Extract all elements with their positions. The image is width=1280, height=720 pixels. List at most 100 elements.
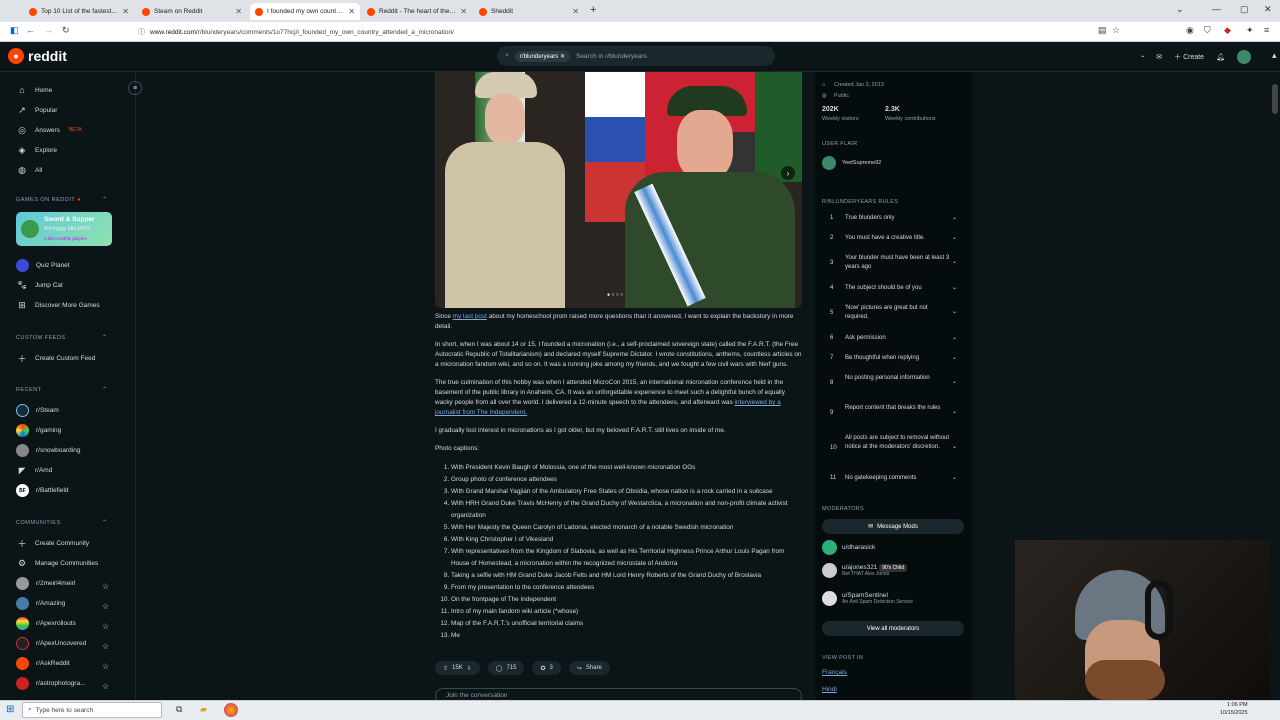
- favorite-star-icon[interactable]: ☆: [102, 642, 109, 651]
- rule-item[interactable]: 4 The subject should be of you ⌄: [830, 284, 960, 293]
- rule-item[interactable]: 5 'Now' pictures are great but not requir…: [830, 304, 960, 322]
- scroll-up-icon[interactable]: ▴: [1272, 50, 1277, 61]
- chevron-up-icon[interactable]: ⌃: [102, 386, 107, 393]
- new-tab-icon[interactable]: +: [590, 4, 596, 16]
- favorite-star-icon[interactable]: ☆: [102, 662, 109, 671]
- user-avatar[interactable]: [1236, 50, 1251, 64]
- extension-icon[interactable]: ◉: [1186, 25, 1194, 36]
- rule-item[interactable]: 10 All posts are subject to removal witho…: [830, 434, 960, 453]
- sidebar-item-quiz-planet[interactable]: Quiz Planet: [16, 259, 70, 272]
- advertise-icon[interactable]: ◔: [1140, 54, 1144, 61]
- user-flair[interactable]: YeetSupreme92: [842, 160, 881, 166]
- chevron-up-icon[interactable]: ⌃: [102, 196, 107, 203]
- next-image-icon[interactable]: ›: [781, 166, 795, 180]
- search-bar[interactable]: ⌕ r/blunderyears ✕ Search in r/blunderye…: [497, 46, 775, 66]
- rule-item[interactable]: 6 Ask permission ⌄: [830, 334, 960, 343]
- taskbar-clock[interactable]: 1:06 PM 10/15/2025: [1220, 701, 1248, 717]
- back-icon[interactable]: ←: [26, 25, 35, 35]
- sidebar-item-answers[interactable]: ◎ Answers BETA: [16, 124, 82, 136]
- close-tab-icon[interactable]: ✕: [572, 7, 579, 16]
- close-tab-icon[interactable]: ✕: [235, 7, 242, 16]
- sidebar-toggle-icon[interactable]: ◧: [10, 25, 19, 36]
- recent-title[interactable]: RECENT: [16, 387, 42, 393]
- close-tab-icon[interactable]: ✕: [348, 7, 355, 16]
- shield-icon[interactable]: ⛉: [1204, 25, 1211, 36]
- close-window-icon[interactable]: ✕: [1264, 4, 1272, 15]
- vote-control[interactable]: ⇧ 15K ⇩: [435, 661, 480, 675]
- favorite-star-icon[interactable]: ☆: [102, 682, 109, 691]
- reader-view-icon[interactable]: ▤: [1098, 25, 1107, 36]
- sidebar-item-discover-games[interactable]: ⊞ Discover More Games: [16, 299, 99, 311]
- language-link[interactable]: Français: [822, 669, 847, 676]
- post-image-gallery[interactable]: › ● ○ ○ ○: [435, 72, 802, 308]
- custom-feeds-title[interactable]: CUSTOM FEEDS: [16, 335, 66, 341]
- sidebar-item-community[interactable]: r/AskReddit: [16, 657, 70, 670]
- sidebar-item-community[interactable]: r/Apexrollouts: [16, 617, 76, 630]
- firefox-icon[interactable]: [224, 703, 238, 717]
- message-mods-button[interactable]: ✉ Message Mods: [822, 519, 964, 534]
- notifications-icon[interactable]: 🔔︎: [1216, 53, 1225, 61]
- rule-item[interactable]: 11 No gatekeeping comments ⌄: [830, 474, 960, 483]
- reddit-logo[interactable]: ● reddit: [8, 48, 67, 64]
- bookmark-star-icon[interactable]: ☆: [1112, 25, 1120, 36]
- task-view-icon[interactable]: ⧉: [176, 704, 182, 715]
- sidebar-item-community[interactable]: r/astrophotogra...: [16, 677, 86, 690]
- game-card[interactable]: Sword & Supper A Froggy Idle RPG 1.2M mo…: [16, 212, 112, 246]
- chevron-up-icon[interactable]: ⌃: [102, 334, 107, 341]
- file-explorer-icon[interactable]: ▰: [200, 704, 207, 715]
- site-info-icon[interactable]: ⓘ: [138, 27, 145, 37]
- downvote-icon[interactable]: ⇩: [467, 665, 472, 672]
- create-community-button[interactable]: ＋ Create Community: [16, 537, 89, 549]
- award-button[interactable]: ✪ 3: [532, 661, 561, 675]
- search-community-chip[interactable]: r/blunderyears ✕: [514, 50, 570, 62]
- communities-title[interactable]: COMMUNITIES: [16, 520, 61, 526]
- rule-item[interactable]: 9 Report content that breaks the rules ⌄: [830, 404, 960, 418]
- addon-icon[interactable]: ◆: [1224, 25, 1231, 36]
- create-custom-feed-button[interactable]: ＋ Create Custom Feed: [16, 352, 95, 364]
- rule-item[interactable]: 7 Be thoughtful when replying ⌄: [830, 354, 960, 363]
- close-tab-icon[interactable]: ✕: [460, 7, 467, 16]
- browser-tab[interactable]: Top 10 List of the fastest TTK W ✕: [24, 3, 134, 20]
- browser-tab[interactable]: Reddit - The heart of the intern✕: [362, 3, 472, 20]
- page-scrollbar[interactable]: [1270, 72, 1280, 700]
- sidebar-item-amd[interactable]: ◤ r/Amd: [16, 464, 52, 476]
- language-link[interactable]: Hindi: [822, 686, 837, 693]
- moderator-item[interactable]: u/dharasick: [822, 540, 875, 555]
- sidebar-item-gaming[interactable]: r/gaming: [16, 424, 61, 437]
- moderator-item[interactable]: u/SpamSentinel An Anti Spam Detection Ser…: [822, 591, 913, 606]
- browser-tab[interactable]: Steam on Reddit ✕: [137, 3, 247, 20]
- upvote-icon[interactable]: ⇧: [443, 665, 448, 672]
- comments-button[interactable]: ◯ 715: [487, 661, 525, 675]
- scrollbar-thumb[interactable]: [1272, 84, 1278, 114]
- maximize-icon[interactable]: ▢: [1240, 4, 1249, 15]
- reload-icon[interactable]: ↻: [62, 25, 70, 36]
- manage-communities-button[interactable]: ⚙ Manage Communities: [16, 557, 98, 569]
- sidebar-item-community[interactable]: r/Amazing: [16, 597, 65, 610]
- sidebar-item-community[interactable]: r/2meirl4meirl: [16, 577, 75, 590]
- collapse-sidebar-icon[interactable]: ≡: [128, 81, 142, 95]
- taskbar-search[interactable]: ⌕ Type here to search: [22, 702, 162, 718]
- sidebar-item-jump-cat[interactable]: 🐾︎ Jump Cat: [16, 279, 63, 291]
- sidebar-item-snowboarding[interactable]: r/snowboarding: [16, 444, 80, 457]
- chevron-up-icon[interactable]: ⌃: [102, 519, 107, 526]
- minimize-icon[interactable]: —: [1212, 4, 1221, 14]
- favorite-star-icon[interactable]: ☆: [102, 622, 109, 631]
- extensions-icon[interactable]: ✦: [1246, 25, 1254, 36]
- favorite-star-icon[interactable]: ☆: [102, 602, 109, 611]
- close-tab-icon[interactable]: ✕: [122, 7, 129, 16]
- rule-item[interactable]: 1 True blunders only ⌄: [830, 214, 960, 223]
- sidebar-item-home[interactable]: ⌂ Home: [16, 84, 52, 96]
- sidebar-item-popular[interactable]: ↗ Popular: [16, 104, 57, 116]
- rule-item[interactable]: 3 Your blunder must have been at least 3 …: [830, 254, 960, 272]
- taskbar-search-input[interactable]: Type here to search: [36, 707, 93, 714]
- sidebar-item-community[interactable]: r/ApexUncovered: [16, 637, 86, 650]
- rule-item[interactable]: 8 No posting personal information ⌄: [830, 374, 960, 388]
- sidebar-item-all[interactable]: ◍ All: [16, 164, 42, 176]
- browser-tab-active[interactable]: I founded my own country & a ✕: [250, 3, 360, 20]
- sidebar-item-steam[interactable]: r/Steam: [16, 404, 59, 417]
- browser-tab[interactable]: Sheddit ✕: [474, 3, 584, 20]
- share-button[interactable]: ↪ Share: [568, 661, 610, 675]
- create-button[interactable]: ＋ Create: [1174, 52, 1204, 62]
- search-input[interactable]: Search in r/blunderyears: [576, 53, 647, 60]
- menu-icon[interactable]: ≡: [1264, 25, 1269, 35]
